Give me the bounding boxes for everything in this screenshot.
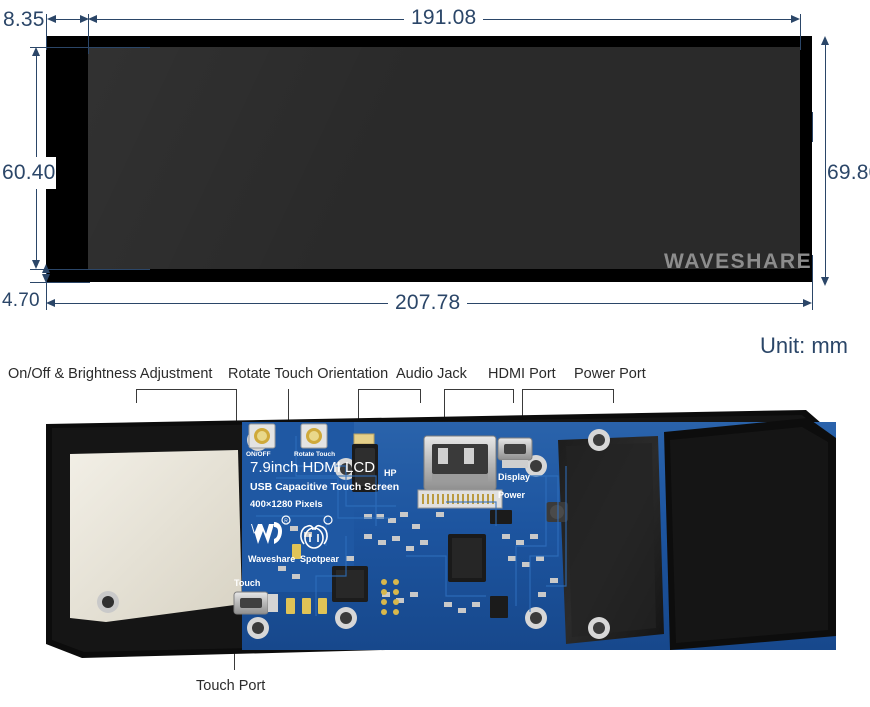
silk-brand-secondary: Spotpear xyxy=(300,554,340,564)
callout-label-audio-jack: Audio Jack xyxy=(396,366,467,382)
dim-arrow-active-height-bottom xyxy=(32,260,40,269)
callout-label-rotate-touch: Rotate Touch Orientation xyxy=(228,366,389,382)
ext-line-panel-bottom xyxy=(30,282,90,283)
dim-arrow-panel-width-left xyxy=(46,299,55,307)
dim-arrow-active-width-left xyxy=(88,15,97,23)
callout-label-touch-port: Touch Port xyxy=(196,678,266,694)
dim-arrow-panel-height-bottom xyxy=(821,277,829,286)
silk-button-onoff: ON/OFF xyxy=(246,451,271,458)
dim-label-left-bezel: 8.35 xyxy=(3,8,45,31)
unit-note: Unit: mm xyxy=(760,333,848,358)
silk-port-touch: Touch xyxy=(234,578,260,588)
ic-small-soic-1 xyxy=(490,510,512,524)
callout-label-on-off-brightness: On/Off & Brightness Adjustment xyxy=(8,366,213,382)
protective-liner xyxy=(70,450,242,622)
dim-label-panel-height: 69.80 xyxy=(827,157,870,189)
inductor xyxy=(546,502,568,522)
svg-text:R: R xyxy=(284,519,288,525)
ext-line-panel-right-bottom2 xyxy=(812,282,813,310)
dim-line-panel-height xyxy=(825,41,826,281)
silk-port-display: Display xyxy=(498,472,530,482)
dim-arrow-active-height-top xyxy=(32,47,40,56)
callout-label-power-port: Power Port xyxy=(574,366,646,382)
silk-subtitle: USB Capacitive Touch Screen xyxy=(250,481,399,493)
silk-button-rotate: Rotate Touch xyxy=(294,451,335,458)
diagram-canvas: WAVESHARE 8.35 191.08 60.40 69.80 4.70 2… xyxy=(0,0,870,707)
waveshare-watermark: WAVESHARE xyxy=(664,250,813,273)
hdmi-connector xyxy=(417,435,503,509)
display-active-area xyxy=(88,47,800,269)
right-bezel-overlay-sheen xyxy=(670,427,828,643)
silk-port-power: Power xyxy=(498,490,526,500)
flex-cable-tape-highlight xyxy=(566,443,656,637)
silk-brand-primary: Waveshare xyxy=(248,554,295,564)
dim-label-bottom-bezel: 4.70 xyxy=(2,290,40,311)
dim-arrow-bottom-bezel-bottom xyxy=(42,274,50,283)
ic-small-soic-2 xyxy=(490,596,508,618)
ext-line-active-top xyxy=(30,47,150,48)
product-photo: 7.9inch HDMI LCD USB Capacitive Touch Sc… xyxy=(46,406,836,664)
dim-arrow-left-bezel-left xyxy=(47,15,56,23)
callout-label-hdmi-port: HDMI Port xyxy=(488,366,556,382)
dim-arrow-panel-height-top xyxy=(821,36,829,45)
touch-port-connector xyxy=(233,591,278,615)
ext-line-panel-right-bottom xyxy=(812,255,813,285)
dim-label-panel-width: 207.78 xyxy=(388,291,468,315)
dim-arrow-panel-width-right xyxy=(803,299,812,307)
dim-arrow-active-width-right xyxy=(791,15,800,23)
dim-label-active-height: 60.40 xyxy=(2,157,56,189)
dim-line-left-bezel xyxy=(52,19,82,20)
ic-main-processor xyxy=(448,534,486,582)
silk-resolution: 400×1280 Pixels xyxy=(250,499,323,510)
ext-line-panel-right-top xyxy=(812,112,813,142)
button-on-off xyxy=(248,423,276,449)
power-port-connector xyxy=(497,437,533,468)
button-rotate-touch xyxy=(300,423,328,449)
dim-label-active-width: 191.08 xyxy=(404,6,484,30)
silk-port-hp: HP xyxy=(384,468,397,478)
ic-touch-controller xyxy=(332,566,368,602)
ext-line-active-right xyxy=(800,14,801,50)
dim-arrow-bottom-bezel-top xyxy=(42,264,50,273)
silk-title: 7.9inch HDMI LCD xyxy=(250,459,375,476)
